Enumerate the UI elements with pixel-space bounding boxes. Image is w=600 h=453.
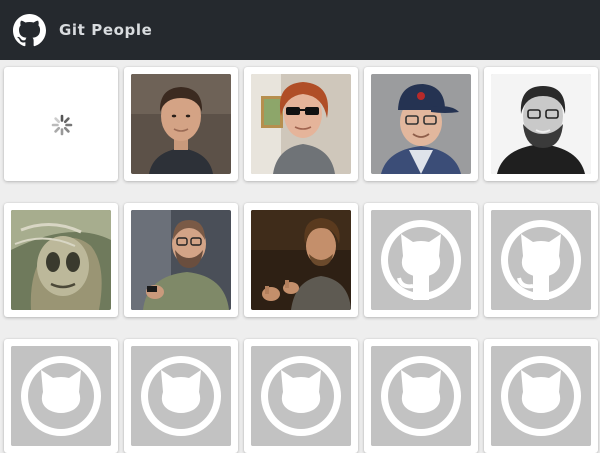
alien-illustration-avatar xyxy=(11,210,111,310)
person-card[interactable] xyxy=(484,67,598,181)
person-card[interactable] xyxy=(484,339,598,453)
person-card[interactable] xyxy=(124,339,238,453)
man-short-dark-hair-avatar xyxy=(131,74,231,174)
octocat-placeholder-icon xyxy=(131,346,231,446)
person-card[interactable] xyxy=(244,339,358,453)
person-card[interactable] xyxy=(484,203,598,317)
man-glasses-beard-bw-avatar xyxy=(491,74,591,174)
octocat-placeholder-icon xyxy=(251,346,351,446)
person-card-loading[interactable] xyxy=(4,67,118,181)
loading-spinner-icon xyxy=(51,114,73,136)
man-gesturing-avatar xyxy=(251,210,351,310)
octocat-placeholder-icon xyxy=(371,210,471,310)
person-card[interactable] xyxy=(4,339,118,453)
person-card[interactable] xyxy=(124,203,238,317)
octocat-placeholder-icon xyxy=(11,346,111,446)
man-sunglasses-red-hair-avatar xyxy=(251,74,351,174)
person-card[interactable] xyxy=(364,339,478,453)
octocat-placeholder-icon xyxy=(371,346,471,446)
octocat-placeholder-icon xyxy=(491,346,591,446)
person-card[interactable] xyxy=(244,67,358,181)
person-card[interactable] xyxy=(4,203,118,317)
people-grid xyxy=(0,60,600,453)
person-card[interactable] xyxy=(124,67,238,181)
person-card[interactable] xyxy=(364,203,478,317)
octocat-placeholder-icon xyxy=(491,210,591,310)
person-card[interactable] xyxy=(364,67,478,181)
man-glasses-phone-avatar xyxy=(131,210,231,310)
app-title: Git People xyxy=(59,21,153,39)
app-bar: Git People xyxy=(0,0,600,60)
person-card[interactable] xyxy=(244,203,358,317)
github-octocat-icon[interactable] xyxy=(13,13,46,47)
man-glasses-blue-cap-avatar xyxy=(371,74,471,174)
